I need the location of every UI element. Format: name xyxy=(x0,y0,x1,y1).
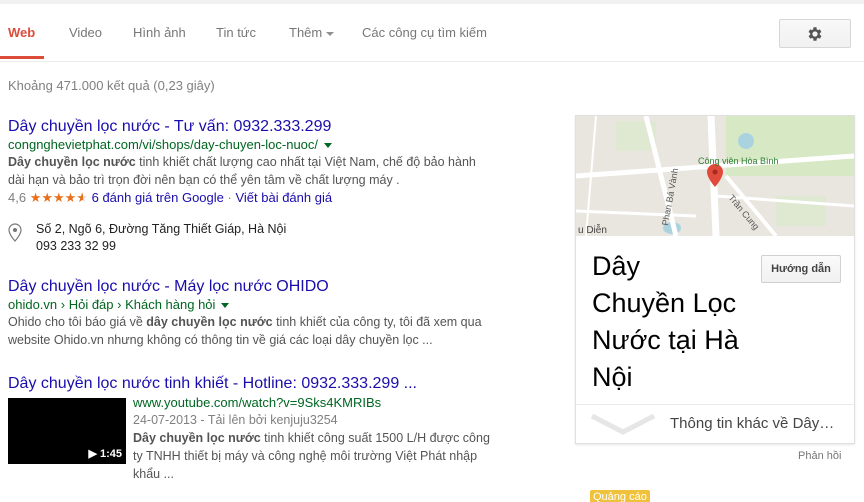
address-text: Số 2, Ngõ 6, Đường Tăng Thiết Giáp, Hà N… xyxy=(36,222,287,236)
settings-button[interactable] xyxy=(779,19,851,48)
ad-badge: Quảng cáo xyxy=(590,490,650,502)
url-dropdown-arrow-icon[interactable] xyxy=(221,303,230,309)
tab-search-tools[interactable]: Các công cụ tìm kiếm xyxy=(362,25,487,40)
write-review-link[interactable]: Viết bài đánh giá xyxy=(235,190,332,205)
snippet-text: website Ohido.vn nhưng không có thông ti… xyxy=(8,333,433,347)
url-dropdown-arrow-icon[interactable] xyxy=(324,143,333,149)
video-duration: ▶ 1:45 xyxy=(88,448,122,460)
search-result-video: Dây chuyền lọc nước tinh khiết - Hotline… xyxy=(8,374,548,393)
result-url: ohido.vn › Hỏi đáp › Khách hàng hỏi xyxy=(8,296,548,313)
active-tab-indicator xyxy=(0,56,44,59)
reviews-link[interactable]: 6 đánh giá trên Google xyxy=(92,190,224,205)
video-meta: www.youtube.com/watch?v=9Sks4KMRIBs 24-0… xyxy=(133,394,533,483)
result-title-link[interactable]: Dây chuyền lọc nước tinh khiết - Hotline… xyxy=(8,374,548,393)
snippet-bold: Dây chuyền lọc nước xyxy=(8,155,136,169)
map-label-park: Công viên Hòa Bình xyxy=(698,156,779,166)
tab-more[interactable]: Thêm xyxy=(289,25,335,40)
phone-number[interactable]: 093 233 32 99 xyxy=(36,238,286,255)
rating-separator: · xyxy=(223,190,236,205)
result-url-text: www.youtube.com/watch?v=9Sks4KMRIBs xyxy=(133,395,382,410)
result-rating: 4,6 ★★★★★ ★ 6 đánh giá trên Google · Viết… xyxy=(8,189,548,207)
search-tabs-bar: Web Video Hình ảnh Tin tức Thêm Các công… xyxy=(0,4,864,62)
result-title-link[interactable]: Dây chuyền lọc nước - Máy lọc nước OHIDO xyxy=(8,277,548,296)
directions-button[interactable]: Hướng dẫn xyxy=(761,255,841,283)
title-line: Chuyền Lọc xyxy=(592,288,737,318)
tab-more-label: Thêm xyxy=(289,25,323,40)
tab-images[interactable]: Hình ảnh xyxy=(133,25,186,40)
divider xyxy=(576,404,854,405)
search-result: Dây chuyền lọc nước - Tư vấn: 0932.333.2… xyxy=(8,117,548,207)
result-snippet: Dây chuyền lọc nước tinh khiết công suất… xyxy=(133,429,533,483)
result-url-text: ohido.vn › Hỏi đáp › Khách hàng hỏi xyxy=(8,297,216,312)
title-line: Dây xyxy=(592,251,641,281)
title-line: Nội xyxy=(592,362,633,392)
gear-icon xyxy=(808,26,822,41)
snippet-text: Ohido cho tôi báo giá về xyxy=(8,315,147,329)
snippet-text: tinh khiết chất lượng cao nhất tại Việt … xyxy=(135,155,476,169)
snippet-text: dài hạn và bảo trì trọn đời nên bạn có t… xyxy=(8,173,400,187)
map-graphic: Công viên Hòa Bình Phan Bá Vành Trần Cun… xyxy=(576,116,854,236)
snippet-text: ty TNHH thiết bị máy và công nghệ môi tr… xyxy=(133,449,478,463)
result-title-link[interactable]: Dây chuyền lọc nước - Tư vấn: 0932.333.2… xyxy=(8,117,548,136)
snippet-bold: Dây chuyền lọc nước xyxy=(133,431,261,445)
rating-stars-icon: ★★★★★ ★ xyxy=(29,190,88,205)
tab-web[interactable]: Web xyxy=(8,25,35,40)
knowledge-panel: Công viên Hòa Bình Phan Bá Vành Trần Cun… xyxy=(575,115,855,444)
knowledge-panel-title: Dây Chuyền Lọc Nước tại Hà Nội xyxy=(592,248,764,396)
result-stats: Khoảng 471.000 kết quả (0,23 giây) xyxy=(8,78,215,93)
title-line: Nước tại Hà xyxy=(592,325,739,355)
snippet-text: khẩu ... xyxy=(133,467,174,481)
feedback-link[interactable]: Phản hồi xyxy=(798,450,841,462)
result-snippet: Ohido cho tôi báo giá về dây chuyền lọc … xyxy=(8,313,548,349)
tab-news[interactable]: Tin tức xyxy=(216,25,256,40)
address-block: Số 2, Ngõ 6, Đường Tăng Thiết Giáp, Hà N… xyxy=(36,221,286,255)
result-url-text: congnghevietphat.com/vi/shops/day-chuyen… xyxy=(8,137,319,152)
snippet-bold: dây chuyền lọc nước xyxy=(146,315,273,329)
rating-value: 4,6 xyxy=(8,190,27,205)
map-pin-icon xyxy=(8,223,22,242)
search-result: Dây chuyền lọc nước - Máy lọc nước OHIDO… xyxy=(8,277,548,349)
chevron-down-icon xyxy=(326,31,335,36)
more-info-link[interactable]: Thông tin khác về Dây… xyxy=(670,415,834,432)
video-thumbnail[interactable]: ▶ 1:45 xyxy=(8,398,126,464)
chevron-down-icon[interactable] xyxy=(590,412,656,436)
video-date: 24-07-2013 - Tải lên bởi kenjuju3254 xyxy=(133,413,338,427)
result-url: congnghevietphat.com/vi/shops/day-chuyen… xyxy=(8,136,548,153)
snippet-text: tinh khiết công suất 1500 L/H được công xyxy=(260,431,490,445)
tab-video[interactable]: Video xyxy=(69,25,102,40)
result-snippet: Dây chuyền lọc nước tinh khiết chất lượn… xyxy=(8,153,548,189)
map-thumbnail[interactable]: Công viên Hòa Bình Phan Bá Vành Trần Cun… xyxy=(576,116,854,236)
map-label-area: u Diễn xyxy=(578,223,607,236)
snippet-text: tinh khiết của công ty, tôi đã xem qua xyxy=(272,315,482,329)
